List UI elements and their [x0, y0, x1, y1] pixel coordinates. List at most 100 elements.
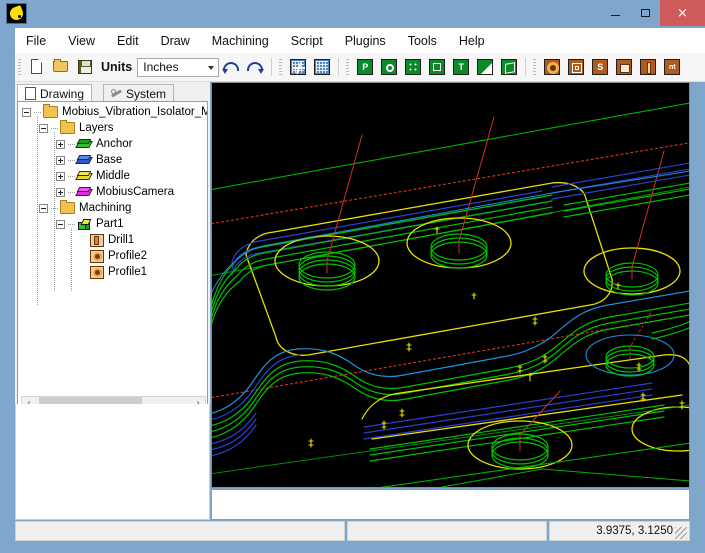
toolbar-grip[interactable]: [18, 59, 21, 75]
tree-item-project[interactable]: Mobius_Vibration_Isolator_MAI: [18, 104, 207, 120]
thread-operation-icon[interactable]: T: [450, 56, 472, 78]
window-controls: ×: [600, 0, 705, 26]
status-secondary: [347, 521, 547, 541]
save-disk-icon[interactable]: [74, 56, 96, 78]
tree-item-middle[interactable]: Middle: [18, 168, 207, 184]
layer-icon: [77, 171, 92, 182]
tree-item-label: Profile2: [108, 250, 147, 262]
menu-item-script[interactable]: Script: [280, 31, 334, 51]
property-grid-area[interactable]: [15, 404, 210, 520]
collapse-toggle-icon[interactable]: [39, 124, 48, 133]
tree-item-label: Middle: [96, 170, 130, 182]
tree-item-anchor[interactable]: Anchor: [18, 136, 207, 152]
tree-item-label: Drill1: [108, 234, 134, 246]
redo-arrow-icon[interactable]: [244, 56, 266, 78]
tab-drawing[interactable]: Drawing: [17, 84, 92, 102]
expand-toggle-icon[interactable]: [56, 172, 65, 181]
cad-viewport[interactable]: [211, 82, 690, 488]
menu-item-tools[interactable]: Tools: [397, 31, 448, 51]
toolbar-separator-2: [338, 58, 339, 76]
tree-root: Mobius_Vibration_Isolator_MAI Layers Anc…: [18, 104, 207, 280]
tree-connector: [68, 144, 75, 145]
tree-item-label: Anchor: [96, 138, 132, 150]
title-bar: ×: [0, 0, 705, 26]
tree-connector: [34, 112, 41, 113]
tree-item-label: MobiusCamera: [96, 186, 174, 198]
maximize-button[interactable]: [630, 0, 660, 26]
tree-item-mobiuscamera[interactable]: MobiusCamera: [18, 184, 207, 200]
toolbar-grip-3[interactable]: [346, 59, 349, 75]
toolbar-grip-2[interactable]: [279, 59, 282, 75]
tree-item-label: Mobius_Vibration_Isolator_MAI: [62, 106, 208, 118]
units-value: Inches: [138, 60, 178, 74]
tree-item-profile1[interactable]: Profile1: [18, 264, 207, 280]
tree-item-part1[interactable]: Part1: [18, 216, 207, 232]
toolbar-separator: [271, 58, 272, 76]
post-processor-icon[interactable]: [565, 56, 587, 78]
profile-operation-icon[interactable]: [474, 56, 496, 78]
tree-connector: [68, 192, 75, 193]
tool-library-icon[interactable]: [541, 56, 563, 78]
menu-item-draw[interactable]: Draw: [150, 31, 201, 51]
expand-toggle-icon[interactable]: [56, 156, 65, 165]
new-document-icon[interactable]: [26, 56, 48, 78]
coordinates-value: 3.9375, 3.1250: [596, 525, 673, 537]
menu-item-file[interactable]: File: [15, 31, 57, 51]
undo-arrow-icon[interactable]: [220, 56, 242, 78]
menu-item-help[interactable]: Help: [448, 31, 496, 51]
material-icon[interactable]: nt: [661, 56, 683, 78]
drill-tool-icon[interactable]: [637, 56, 659, 78]
tree-item-profile2[interactable]: Profile2: [18, 248, 207, 264]
tree-connector: [68, 160, 75, 161]
drill-operation-icon: [90, 234, 104, 247]
tree-item-drill1[interactable]: Drill1: [18, 232, 207, 248]
tree-item-machining[interactable]: Machining: [18, 200, 207, 216]
folder-icon: [60, 122, 75, 134]
snap-toggle-icon[interactable]: [287, 56, 309, 78]
tree-item-base[interactable]: Base: [18, 152, 207, 168]
minimize-button[interactable]: [600, 0, 630, 26]
tree-connector: [68, 224, 75, 225]
status-message: [15, 521, 345, 541]
menu-item-view[interactable]: View: [57, 31, 106, 51]
output-pane[interactable]: [211, 489, 690, 520]
app-logo-icon: [6, 3, 27, 24]
application-window: × File View Edit Draw Machining Script P…: [0, 0, 705, 553]
drill-operation-icon[interactable]: [378, 56, 400, 78]
menu-item-machining[interactable]: Machining: [201, 31, 280, 51]
tree-item-label: Base: [96, 154, 122, 166]
tab-system-label: System: [126, 87, 166, 101]
close-button[interactable]: ×: [660, 0, 705, 26]
tree-item-label: Layers: [79, 122, 114, 134]
menu-item-plugins[interactable]: Plugins: [334, 31, 397, 51]
tree-connector: [51, 128, 58, 129]
face-operation-icon[interactable]: [426, 56, 448, 78]
grid-toggle-icon[interactable]: [311, 56, 333, 78]
3d-surface-icon[interactable]: [498, 56, 520, 78]
folder-icon: [43, 106, 58, 118]
resize-grip-icon[interactable]: [675, 527, 687, 539]
expand-toggle-icon[interactable]: [56, 188, 65, 197]
cad-drawing: [212, 83, 690, 488]
profile-operation-icon: [90, 266, 104, 279]
units-label: Units: [101, 60, 132, 74]
menu-item-edit[interactable]: Edit: [106, 31, 150, 51]
toolbar-grip-4[interactable]: [533, 59, 536, 75]
collapse-toggle-icon[interactable]: [39, 204, 48, 213]
layer-icon: [77, 155, 92, 166]
collapse-toggle-icon[interactable]: [22, 108, 31, 117]
tree-item-layers[interactable]: Layers: [18, 120, 207, 136]
peck-drill-icon[interactable]: [402, 56, 424, 78]
stock-setup-icon[interactable]: [613, 56, 635, 78]
toolbar-separator-3: [525, 58, 526, 76]
drawing-tree[interactable]: Mobius_Vibration_Isolator_MAI Layers Anc…: [17, 101, 208, 415]
units-dropdown[interactable]: Inches: [137, 58, 219, 77]
expand-toggle-icon[interactable]: [56, 140, 65, 149]
collapse-toggle-icon[interactable]: [56, 220, 65, 229]
panel-tabs: Drawing System: [15, 82, 210, 102]
pocket-operation-icon[interactable]: P: [354, 56, 376, 78]
simulate-icon[interactable]: S: [589, 56, 611, 78]
tab-system[interactable]: System: [103, 84, 174, 102]
layer-icon: [77, 139, 92, 150]
open-folder-icon[interactable]: [50, 56, 72, 78]
